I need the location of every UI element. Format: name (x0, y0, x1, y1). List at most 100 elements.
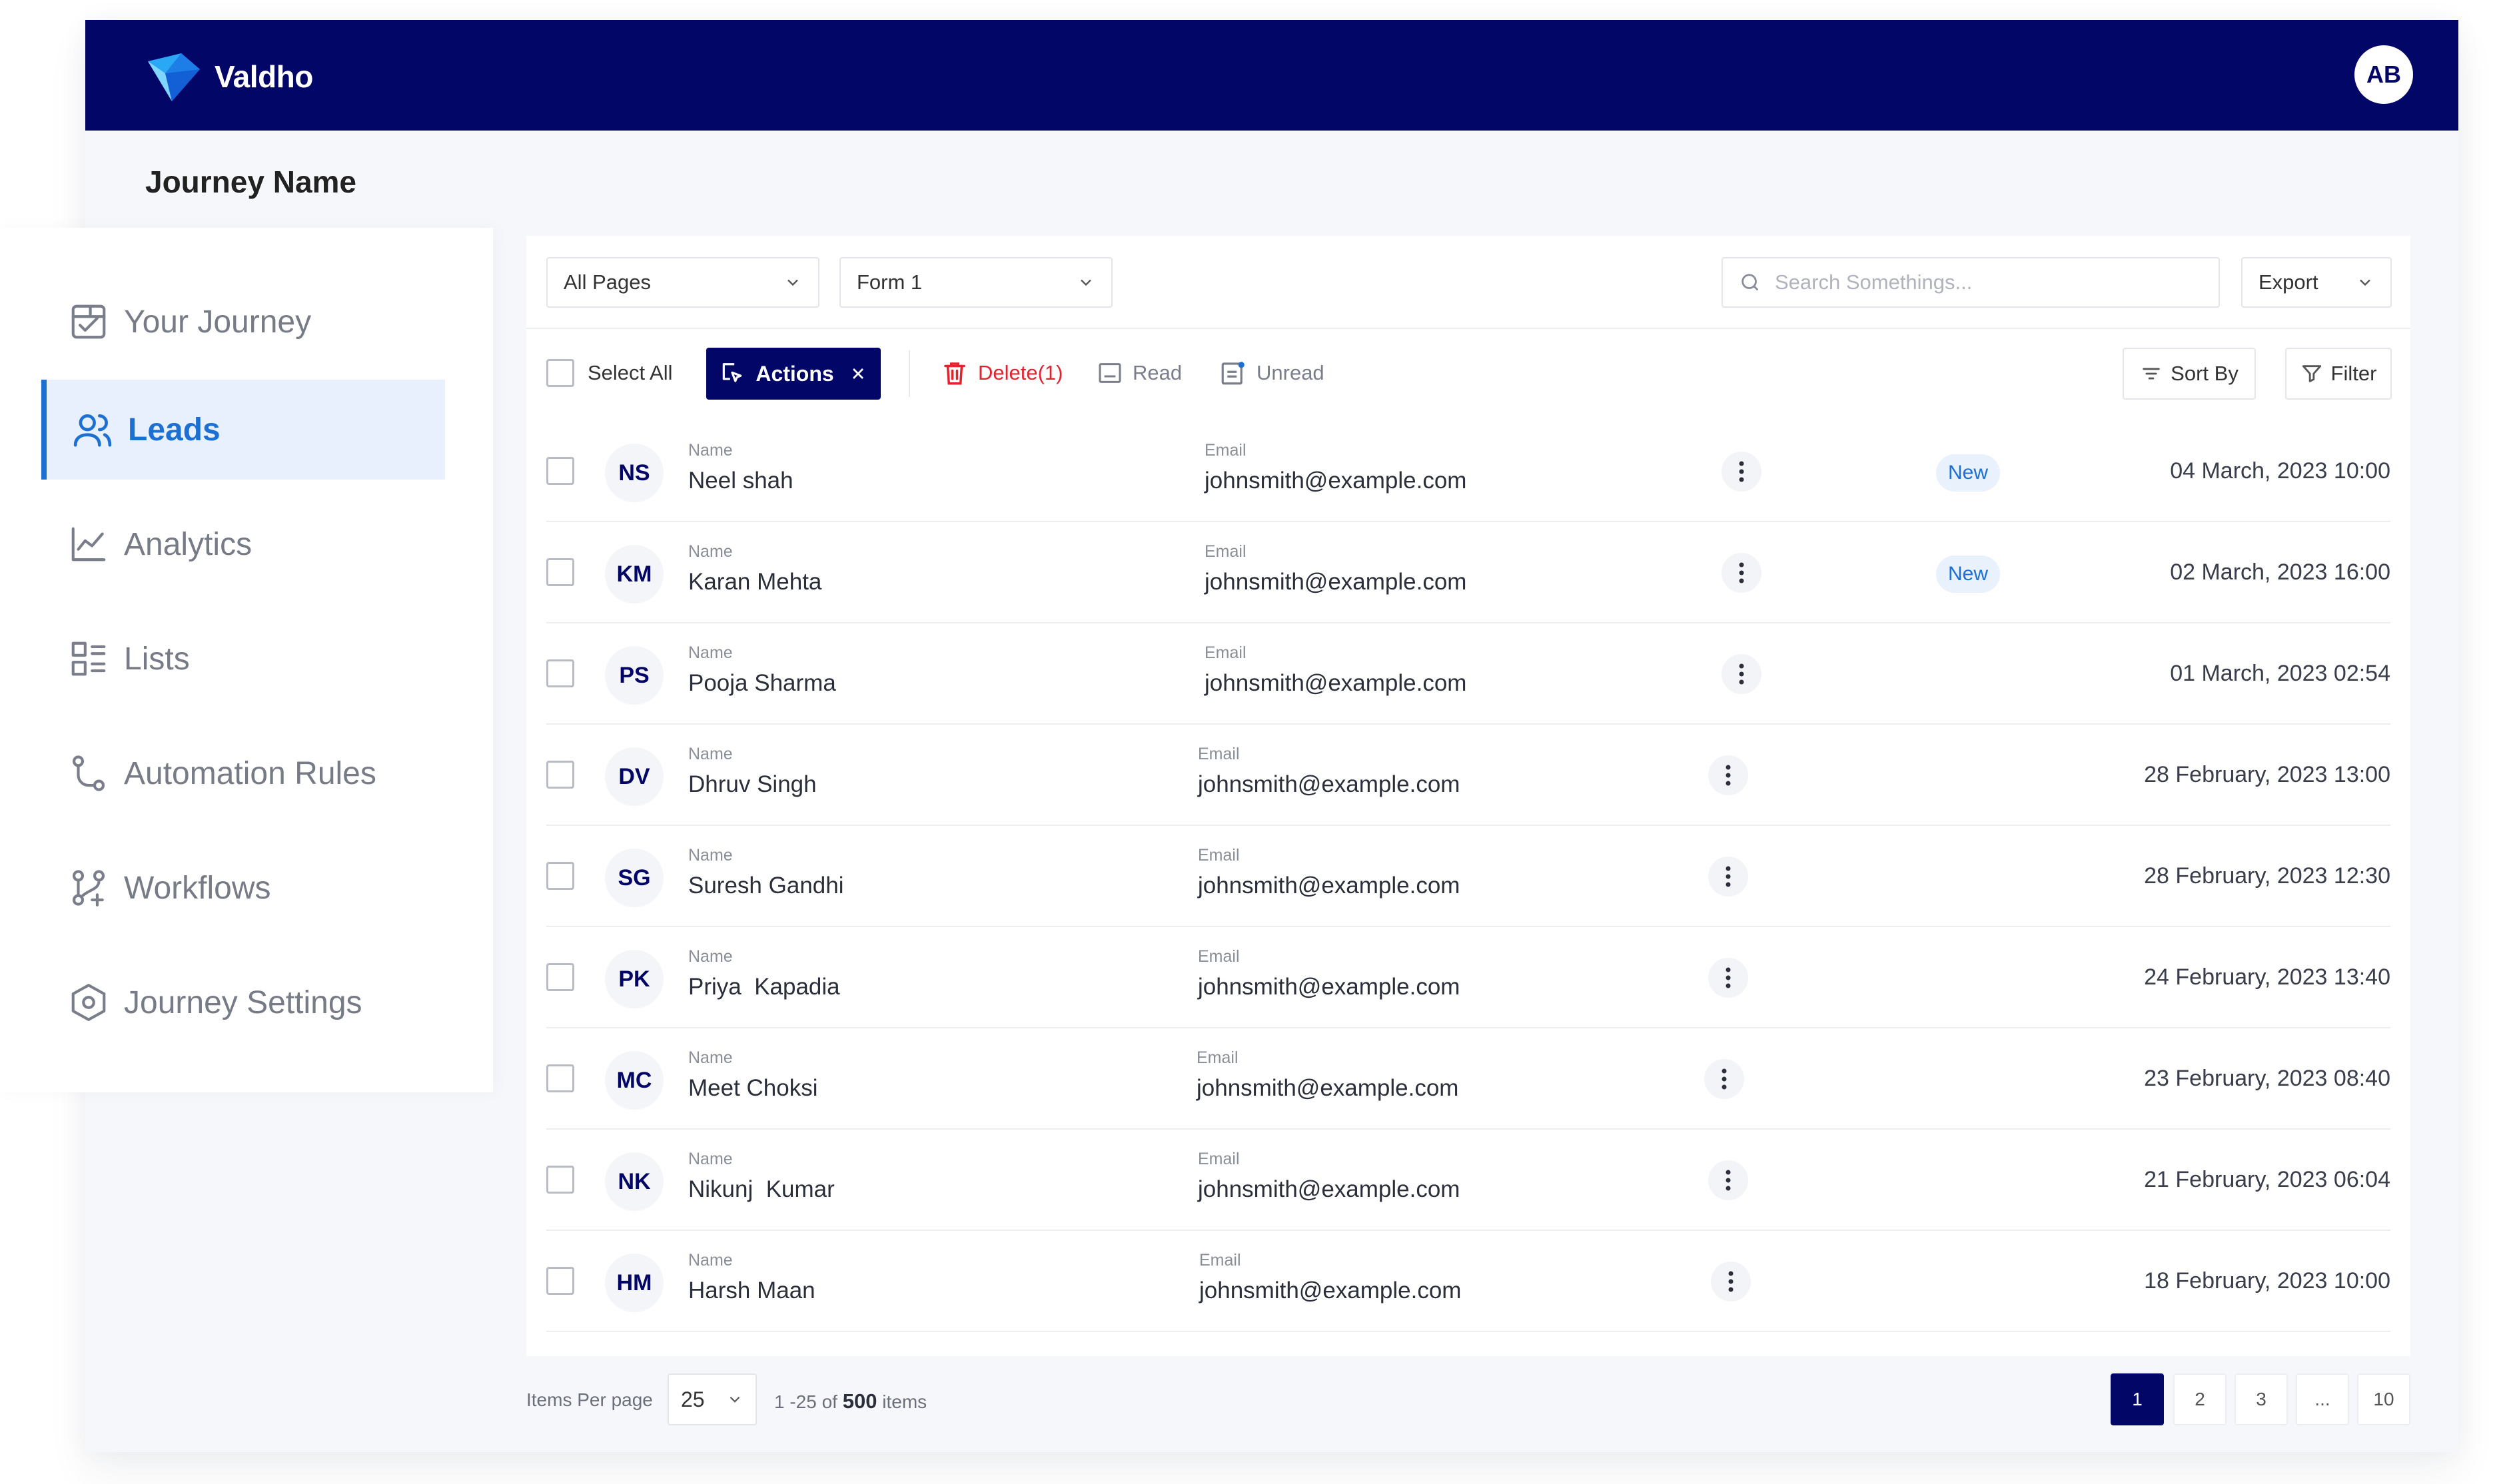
brand-logo[interactable]: Valdho (145, 49, 313, 104)
more-options-button[interactable] (1722, 654, 1761, 694)
name-label: Name (688, 441, 733, 460)
row-checkbox[interactable] (546, 761, 574, 789)
name-label: Name (688, 1048, 733, 1067)
email-label: Email (1198, 745, 1240, 763)
close-icon[interactable] (849, 364, 867, 383)
row-checkbox[interactable] (546, 457, 574, 485)
pages-select-value: All Pages (564, 270, 651, 294)
more-vertical-icon (1726, 765, 1731, 786)
more-options-button[interactable] (1708, 857, 1748, 897)
table-row[interactable]: MC Name Meet Choksi Email johnsmith@exam… (546, 1028, 2390, 1130)
lists-icon (71, 641, 106, 676)
more-options-button[interactable] (1708, 1160, 1748, 1200)
export-label: Export (2258, 270, 2318, 294)
pagination-bar: Items Per page 25 1 -25 of 500 items 1 2… (526, 1373, 2410, 1427)
table-row[interactable]: PK Name Priya Kapadia Email johnsmith@ex… (546, 927, 2390, 1028)
table-row[interactable]: SG Name Suresh Gandhi Email johnsmith@ex… (546, 826, 2390, 927)
row-checkbox[interactable] (546, 1064, 574, 1092)
sidebar-item-leads[interactable]: Leads (41, 380, 445, 480)
sidebar-item-analytics[interactable]: Analytics (41, 494, 445, 594)
lead-date: 18 February, 2023 10:00 (2144, 1268, 2390, 1294)
row-checkbox[interactable] (546, 1166, 574, 1194)
lead-date: 04 March, 2023 10:00 (2170, 458, 2390, 484)
table-row[interactable]: DV Name Dhruv Singh Email johnsmith@exam… (546, 725, 2390, 826)
row-checkbox[interactable] (546, 862, 574, 890)
user-avatar[interactable]: AB (2354, 45, 2413, 104)
page-title: Journey Name (145, 165, 357, 199)
delete-button[interactable]: Delete(1) (941, 348, 1063, 398)
email-label: Email (1205, 643, 1247, 662)
items-per-page-select[interactable]: 25 (668, 1373, 757, 1425)
sort-by-label: Sort By (2171, 362, 2239, 385)
pages-select[interactable]: All Pages (546, 257, 819, 308)
row-checkbox[interactable] (546, 558, 574, 586)
search-input[interactable] (1773, 270, 2203, 295)
page-button-10[interactable]: 10 (2357, 1373, 2410, 1425)
table-row[interactable]: KM Name Karan Mehta Email johnsmith@exam… (546, 522, 2390, 623)
sidebar-item-label: Journey Settings (124, 984, 362, 1020)
sidebar: Your Journey Leads Analytics Lists Autom… (0, 228, 493, 1092)
select-all-checkbox[interactable] (546, 359, 574, 387)
journey-icon (71, 304, 106, 339)
lead-name: Priya Kapadia (688, 974, 840, 1000)
items-range: 1 -25 of 500 items (774, 1389, 927, 1413)
lead-email: johnsmith@example.com (1199, 1278, 1462, 1303)
read-label: Read (1133, 361, 1183, 384)
sidebar-item-label: Leads (128, 412, 221, 448)
avatar: NS (605, 444, 664, 502)
row-checkbox[interactable] (546, 659, 574, 687)
row-checkbox[interactable] (546, 963, 574, 991)
lead-date: 01 March, 2023 02:54 (2170, 661, 2390, 686)
form-select[interactable]: Form 1 (839, 257, 1113, 308)
page-button-1[interactable]: 1 (2111, 1373, 2164, 1425)
chevron-down-icon (787, 279, 798, 286)
page-button-2[interactable]: 2 (2173, 1373, 2227, 1425)
more-options-button[interactable] (1711, 1262, 1751, 1301)
more-options-button[interactable] (1708, 958, 1748, 998)
sidebar-item-automation-rules[interactable]: Automation Rules (41, 723, 445, 823)
page-button-3[interactable]: 3 (2235, 1373, 2288, 1425)
items-per-page-label: Items Per page (526, 1389, 653, 1410)
more-options-button[interactable] (1722, 553, 1761, 593)
actions-label: Actions (755, 361, 834, 386)
avatar: PK (605, 950, 664, 1008)
select-all[interactable]: Select All (546, 348, 673, 398)
name-label: Name (688, 643, 733, 662)
table-row[interactable]: NS Name Neel shah Email johnsmith@exampl… (546, 421, 2390, 522)
sort-by-button[interactable]: Sort By (2123, 348, 2256, 400)
sidebar-item-workflows[interactable]: Workflows (41, 838, 445, 938)
unread-button[interactable]: Unread (1219, 348, 1324, 398)
sidebar-item-your-journey[interactable]: Your Journey (41, 272, 445, 372)
cursor-select-icon (723, 363, 742, 382)
lead-name: Karan Mehta (688, 569, 822, 595)
avatar: SG (605, 849, 664, 907)
avatar: MC (605, 1051, 664, 1110)
lead-email: johnsmith@example.com (1205, 670, 1467, 696)
read-button[interactable]: Read (1097, 348, 1182, 398)
table-row[interactable]: HM Name Harsh Maan Email johnsmith@examp… (546, 1231, 2390, 1332)
chevron-down-icon (730, 1396, 740, 1403)
sidebar-item-journey-settings[interactable]: Journey Settings (41, 952, 445, 1052)
more-options-button[interactable] (1708, 755, 1748, 795)
brand-name: Valdho (215, 59, 313, 94)
more-options-button[interactable] (1722, 452, 1761, 492)
lead-email: johnsmith@example.com (1205, 569, 1467, 595)
page-ellipsis: ... (2296, 1373, 2349, 1425)
toolbar-divider (909, 350, 910, 397)
filter-button[interactable]: Filter (2285, 348, 2392, 400)
table-row[interactable]: NK Name Nikunj Kumar Email johnsmith@exa… (546, 1130, 2390, 1231)
sidebar-item-label: Lists (124, 641, 190, 677)
lead-name: Dhruv Singh (688, 771, 817, 797)
actions-button[interactable]: Actions (706, 348, 881, 400)
more-options-button[interactable] (1704, 1059, 1744, 1099)
brand-logo-icon (148, 53, 200, 101)
row-checkbox[interactable] (546, 1267, 574, 1295)
name-label: Name (688, 846, 733, 865)
avatar: HM (605, 1254, 664, 1312)
table-row[interactable]: PS Name Pooja Sharma Email johnsmith@exa… (546, 623, 2390, 725)
sidebar-item-lists[interactable]: Lists (41, 609, 445, 709)
name-label: Name (688, 745, 733, 763)
export-select[interactable]: Export (2241, 257, 2392, 308)
chevron-down-icon (1081, 279, 1091, 286)
lead-email: johnsmith@example.com (1205, 468, 1467, 494)
